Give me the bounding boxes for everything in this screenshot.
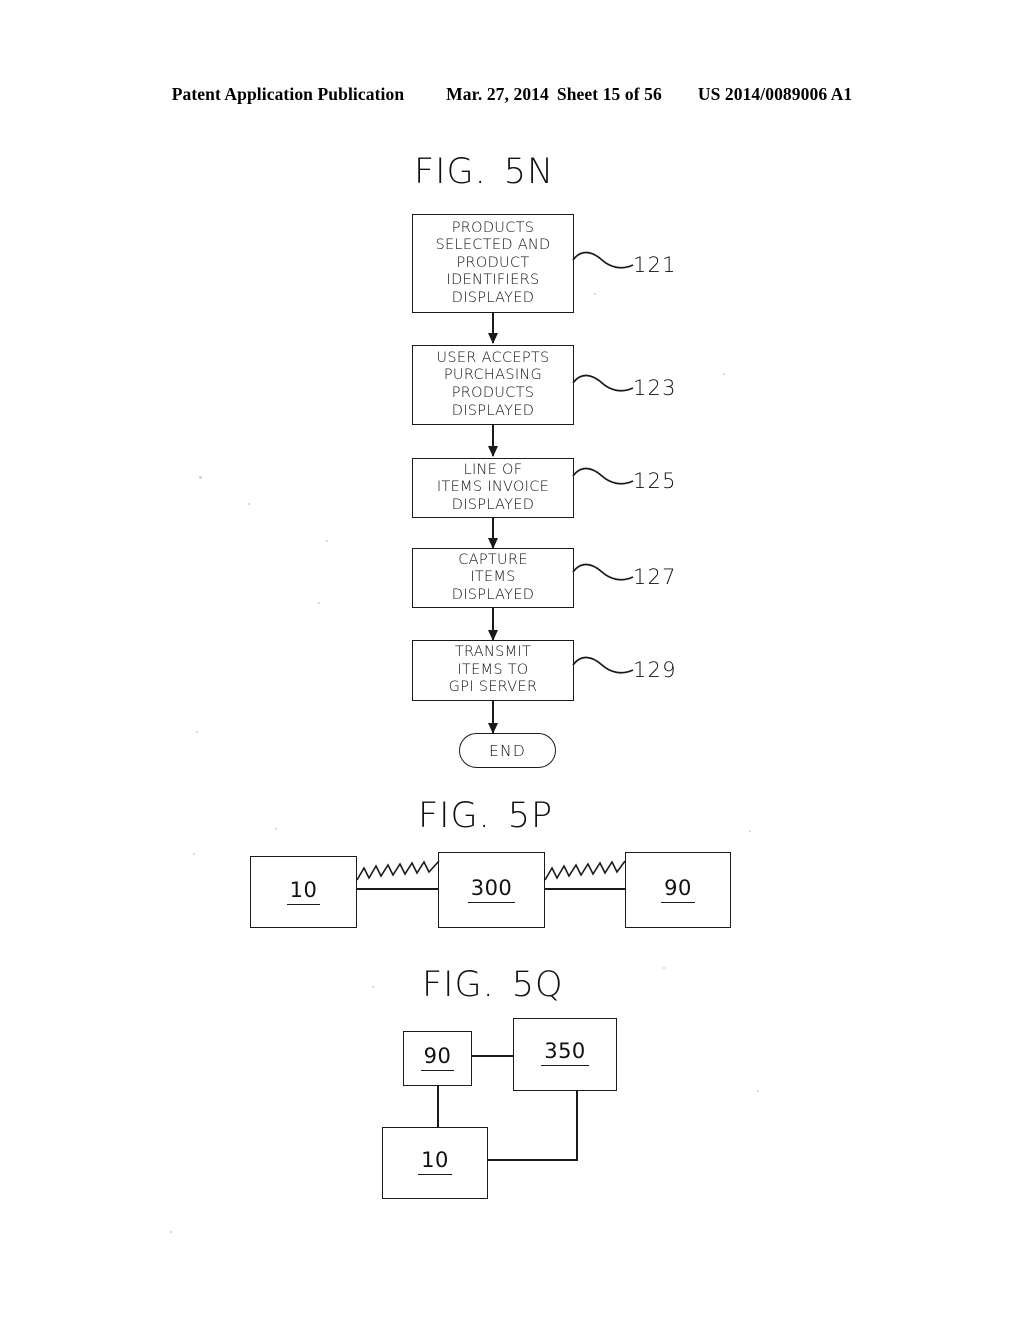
fig-5q-block-350-label: 350 xyxy=(541,1041,589,1066)
flowchart-step-129[interactable]: TRANSMIT ITEMS TO GPI SERVER xyxy=(412,640,574,701)
scan-speck xyxy=(193,853,195,855)
flow-arrow-121-to-123 xyxy=(492,313,494,343)
step-125-line-1: LINE OF xyxy=(463,461,523,478)
leader-line-125 xyxy=(572,467,634,485)
step-127-line-2: ITEMS xyxy=(470,569,516,586)
scan-speck xyxy=(757,1090,759,1092)
flow-arrow-129-to-end xyxy=(492,701,494,733)
fig-5q-connector-90-10 xyxy=(437,1086,439,1128)
step-121-line-3: PRODUCT xyxy=(456,254,530,271)
fig-5q-block-10-label: 10 xyxy=(418,1150,452,1175)
fig-5p-block-90[interactable]: 90 xyxy=(625,852,731,928)
fig-5q-connector-350-10-vertical xyxy=(576,1091,578,1160)
flowchart-step-121[interactable]: PRODUCTS SELECTED AND PRODUCT IDENTIFIER… xyxy=(412,214,574,313)
scan-speck xyxy=(663,967,665,969)
leader-line-127 xyxy=(572,563,634,581)
fig-5p-block-10[interactable]: 10 xyxy=(250,856,357,928)
ref-number-127: 127 xyxy=(633,565,677,589)
step-121-line-4: IDENTIFIERS xyxy=(446,272,540,289)
header-patent-number: US 2014/0089006 A1 xyxy=(697,84,853,104)
header-date: Mar. 27, 2014 xyxy=(446,84,549,104)
page-header: Patent Application Publication Mar. 27, … xyxy=(0,84,1024,110)
fig-5p-connector-300-90-break-icon xyxy=(544,860,626,881)
header-sheet: Sheet 15 of 56 xyxy=(556,84,662,104)
scan-speck xyxy=(196,731,198,733)
ref-number-121: 121 xyxy=(633,253,677,277)
step-127-line-3: DISPLAYED xyxy=(451,586,535,603)
scan-speck xyxy=(594,293,596,295)
fig-5p-title: FIG. 5P xyxy=(418,796,553,836)
scan-speck xyxy=(749,830,751,832)
flowchart-step-127[interactable]: CAPTURE ITEMS DISPLAYED xyxy=(412,548,574,608)
step-123-line-1: USER ACCEPTS xyxy=(436,349,550,366)
fig-5q-block-10[interactable]: 10 xyxy=(382,1127,488,1199)
scan-speck xyxy=(723,373,725,375)
leader-line-123 xyxy=(572,374,634,392)
step-125-line-2: ITEMS INVOICE xyxy=(436,479,550,496)
ref-number-125: 125 xyxy=(633,469,677,493)
step-127-line-1: CAPTURE xyxy=(458,551,528,568)
leader-line-129 xyxy=(572,656,634,674)
scan-speck xyxy=(199,476,202,479)
step-129-line-2: ITEMS TO xyxy=(457,661,529,678)
step-121-line-5: DISPLAYED xyxy=(451,289,535,306)
fig-5q-title: FIG. 5Q xyxy=(422,965,564,1005)
fig-5p-connector-300-90-line xyxy=(545,888,625,890)
header-publication: Patent Application Publication xyxy=(171,84,405,104)
fig-5q-connector-90-350 xyxy=(472,1055,514,1057)
scan-speck xyxy=(318,602,320,604)
leader-line-121 xyxy=(572,251,634,269)
fig-5n-title-prefix: FIG. xyxy=(414,152,487,192)
step-129-line-3: GPI SERVER xyxy=(448,679,538,696)
fig-5q-block-350[interactable]: 350 xyxy=(513,1018,617,1091)
flowchart-step-125[interactable]: LINE OF ITEMS INVOICE DISPLAYED xyxy=(412,458,574,518)
flow-arrow-123-to-125 xyxy=(492,425,494,456)
flow-arrow-127-to-129 xyxy=(492,608,494,640)
scan-speck xyxy=(326,540,328,542)
step-123-line-4: DISPLAYED xyxy=(451,402,535,419)
fig-5p-connector-10-300-break-icon xyxy=(356,860,440,881)
fig-5p-connector-10-300-line xyxy=(357,888,439,890)
fig-5q-title-suffix: 5Q xyxy=(511,965,564,1005)
step-121-line-1: PRODUCTS xyxy=(451,219,535,236)
step-129-line-1: TRANSMIT xyxy=(454,644,532,661)
fig-5n-title: FIG. 5N xyxy=(414,152,554,192)
fig-5p-block-10-label: 10 xyxy=(286,879,321,905)
flowchart-step-123[interactable]: USER ACCEPTS PURCHASING PRODUCTS DISPLAY… xyxy=(412,345,574,425)
fig-5n-title-suffix: 5N xyxy=(503,152,555,192)
step-121-line-2: SELECTED AND xyxy=(435,237,551,254)
flow-arrow-125-to-127 xyxy=(492,518,494,548)
fig-5q-block-90[interactable]: 90 xyxy=(403,1031,472,1086)
scan-speck xyxy=(275,828,277,830)
fig-5q-block-90-label: 90 xyxy=(420,1046,455,1071)
fig-5q-connector-350-10-horizontal xyxy=(488,1159,578,1161)
fig-5p-block-300[interactable]: 300 xyxy=(438,852,545,928)
ref-number-129: 129 xyxy=(633,658,677,682)
fig-5p-block-90-label: 90 xyxy=(661,877,695,903)
step-125-line-3: DISPLAYED xyxy=(451,496,535,513)
scan-speck xyxy=(372,986,374,988)
step-123-line-3: PRODUCTS xyxy=(451,385,535,401)
fig-5p-title-prefix: FIG. xyxy=(418,796,491,836)
fig-5p-title-suffix: 5P xyxy=(507,796,554,836)
scan-speck xyxy=(248,503,250,505)
ref-number-123: 123 xyxy=(633,376,677,400)
flowchart-terminator-end[interactable]: END xyxy=(459,733,556,768)
fig-5q-title-prefix: FIG. xyxy=(422,965,495,1005)
step-123-line-2: PURCHASING xyxy=(443,367,543,384)
fig-5p-block-300-label: 300 xyxy=(467,877,516,903)
scan-speck xyxy=(170,1231,172,1233)
